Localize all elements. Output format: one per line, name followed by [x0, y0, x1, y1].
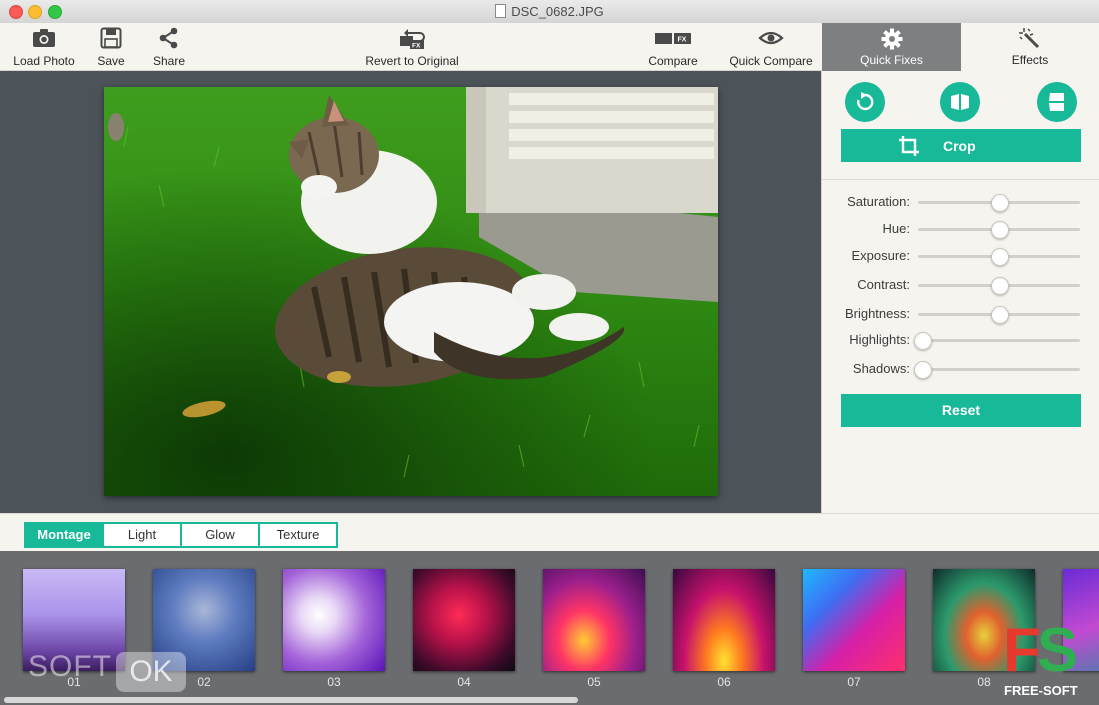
shadows-slider-row: Shadows: — [822, 359, 1099, 379]
floppy-disk-icon — [94, 27, 128, 51]
tab-texture[interactable]: Texture — [258, 524, 336, 546]
rotate-button[interactable] — [845, 82, 885, 122]
compare-label: Compare — [648, 54, 698, 68]
hue-slider[interactable] — [918, 221, 1080, 239]
hue-label: Hue: — [882, 221, 910, 236]
watermark-free-soft: FREE-SOFT — [1004, 683, 1078, 698]
brightness-slider-row: Brightness: — [822, 304, 1099, 324]
crop-label: Crop — [943, 138, 976, 154]
preset-label-06: 06 — [717, 675, 731, 689]
tab-quick-fixes-label: Quick Fixes — [860, 53, 923, 67]
eye-icon — [727, 27, 815, 51]
quick-fixes-panel: Crop Saturation: Hue: Exposure: Contrast… — [821, 71, 1099, 513]
saturation-slider-row: Saturation: — [822, 192, 1099, 212]
share-button[interactable]: Share — [150, 27, 188, 68]
preset-thumb-03[interactable] — [283, 569, 385, 671]
crop-icon — [899, 136, 919, 156]
exposure-label: Exposure: — [851, 248, 910, 263]
revert-fx-icon: FX — [360, 27, 464, 51]
contrast-slider-knob[interactable] — [991, 277, 1009, 295]
window-title-text: DSC_0682.JPG — [511, 4, 604, 19]
svg-text:FX: FX — [678, 37, 687, 44]
horizontal-scrollbar[interactable] — [4, 697, 578, 703]
tab-quick-fixes[interactable]: Quick Fixes — [822, 23, 961, 71]
quick-compare-label: Quick Compare — [729, 54, 813, 68]
flip-vertical-button[interactable] — [1037, 82, 1077, 122]
contrast-slider-row: Contrast: — [822, 275, 1099, 295]
compare-button[interactable]: FX Compare — [645, 27, 701, 68]
shadows-label: Shadows: — [852, 361, 910, 376]
tab-montage[interactable]: Montage — [26, 524, 102, 546]
exposure-slider[interactable] — [918, 248, 1080, 266]
save-button[interactable]: Save — [94, 27, 128, 68]
preset-thumb-05[interactable] — [543, 569, 645, 671]
rotate-icon — [857, 92, 874, 111]
highlights-slider-knob[interactable] — [914, 332, 932, 350]
title-bar: DSC_0682.JPG — [0, 0, 1099, 24]
load-photo-button[interactable]: Load Photo — [12, 27, 76, 68]
preset-label-07: 07 — [847, 675, 861, 689]
exposure-slider-row: Exposure: — [822, 246, 1099, 266]
revert-label: Revert to Original — [365, 54, 459, 68]
watermark-ok: OK — [116, 652, 186, 692]
saturation-slider-knob[interactable] — [991, 194, 1009, 212]
document-icon — [495, 4, 507, 18]
tab-effects[interactable]: Effects — [961, 23, 1099, 71]
flip-horizontal-icon — [951, 94, 969, 110]
crop-button[interactable]: Crop — [841, 129, 1081, 162]
preset-tabs: Montage Light Glow Texture — [24, 522, 338, 548]
watermark-soft: SOFT — [28, 650, 112, 683]
hue-slider-knob[interactable] — [991, 221, 1009, 239]
share-icon — [150, 27, 188, 51]
tab-effects-label: Effects — [1011, 53, 1049, 67]
tab-glow[interactable]: Glow — [180, 524, 258, 546]
magic-wand-icon — [961, 28, 1099, 50]
shadows-slider-knob[interactable] — [914, 361, 932, 379]
panel-divider — [822, 179, 1099, 180]
brightness-slider[interactable] — [918, 306, 1080, 324]
contrast-slider[interactable] — [918, 277, 1080, 295]
highlights-slider[interactable] — [914, 332, 1080, 350]
flip-horizontal-button[interactable] — [940, 82, 980, 122]
preset-tab-bar: Montage Light Glow Texture — [0, 513, 1099, 552]
saturation-slider[interactable] — [918, 194, 1080, 212]
reset-button[interactable]: Reset — [841, 394, 1081, 427]
revert-to-original-button[interactable]: FX Revert to Original — [360, 27, 464, 68]
save-label: Save — [97, 54, 125, 68]
share-label: Share — [152, 54, 186, 68]
preset-thumb-07[interactable] — [803, 569, 905, 671]
svg-text:FX: FX — [412, 43, 421, 50]
exposure-slider-knob[interactable] — [991, 248, 1009, 266]
brightness-slider-knob[interactable] — [991, 306, 1009, 324]
preset-thumb-06[interactable] — [673, 569, 775, 671]
saturation-label: Saturation: — [847, 194, 910, 209]
contrast-label: Contrast: — [857, 277, 910, 292]
brightness-label: Brightness: — [844, 306, 910, 321]
preset-label-04: 04 — [457, 675, 471, 689]
load-photo-label: Load Photo — [13, 54, 75, 68]
preset-thumb-04[interactable] — [413, 569, 515, 671]
highlights-slider-row: Highlights: — [822, 330, 1099, 350]
compare-icon: FX — [645, 27, 701, 51]
photo-canvas[interactable] — [0, 71, 821, 513]
camera-icon — [12, 27, 76, 51]
quick-compare-button[interactable]: Quick Compare — [727, 27, 815, 68]
tab-light[interactable]: Light — [102, 524, 180, 546]
photo-preview[interactable] — [104, 87, 718, 496]
preset-label-03: 03 — [327, 675, 341, 689]
flip-vertical-icon — [1049, 93, 1064, 111]
window-title: DSC_0682.JPG — [0, 4, 1099, 19]
watermark-fs-logo: FS — [1003, 616, 1078, 685]
preset-label-05: 05 — [587, 675, 601, 689]
gear-icon — [822, 28, 961, 50]
hue-slider-row: Hue: — [822, 219, 1099, 239]
shadows-slider[interactable] — [914, 361, 1080, 379]
highlights-label: Highlights: — [849, 332, 910, 347]
